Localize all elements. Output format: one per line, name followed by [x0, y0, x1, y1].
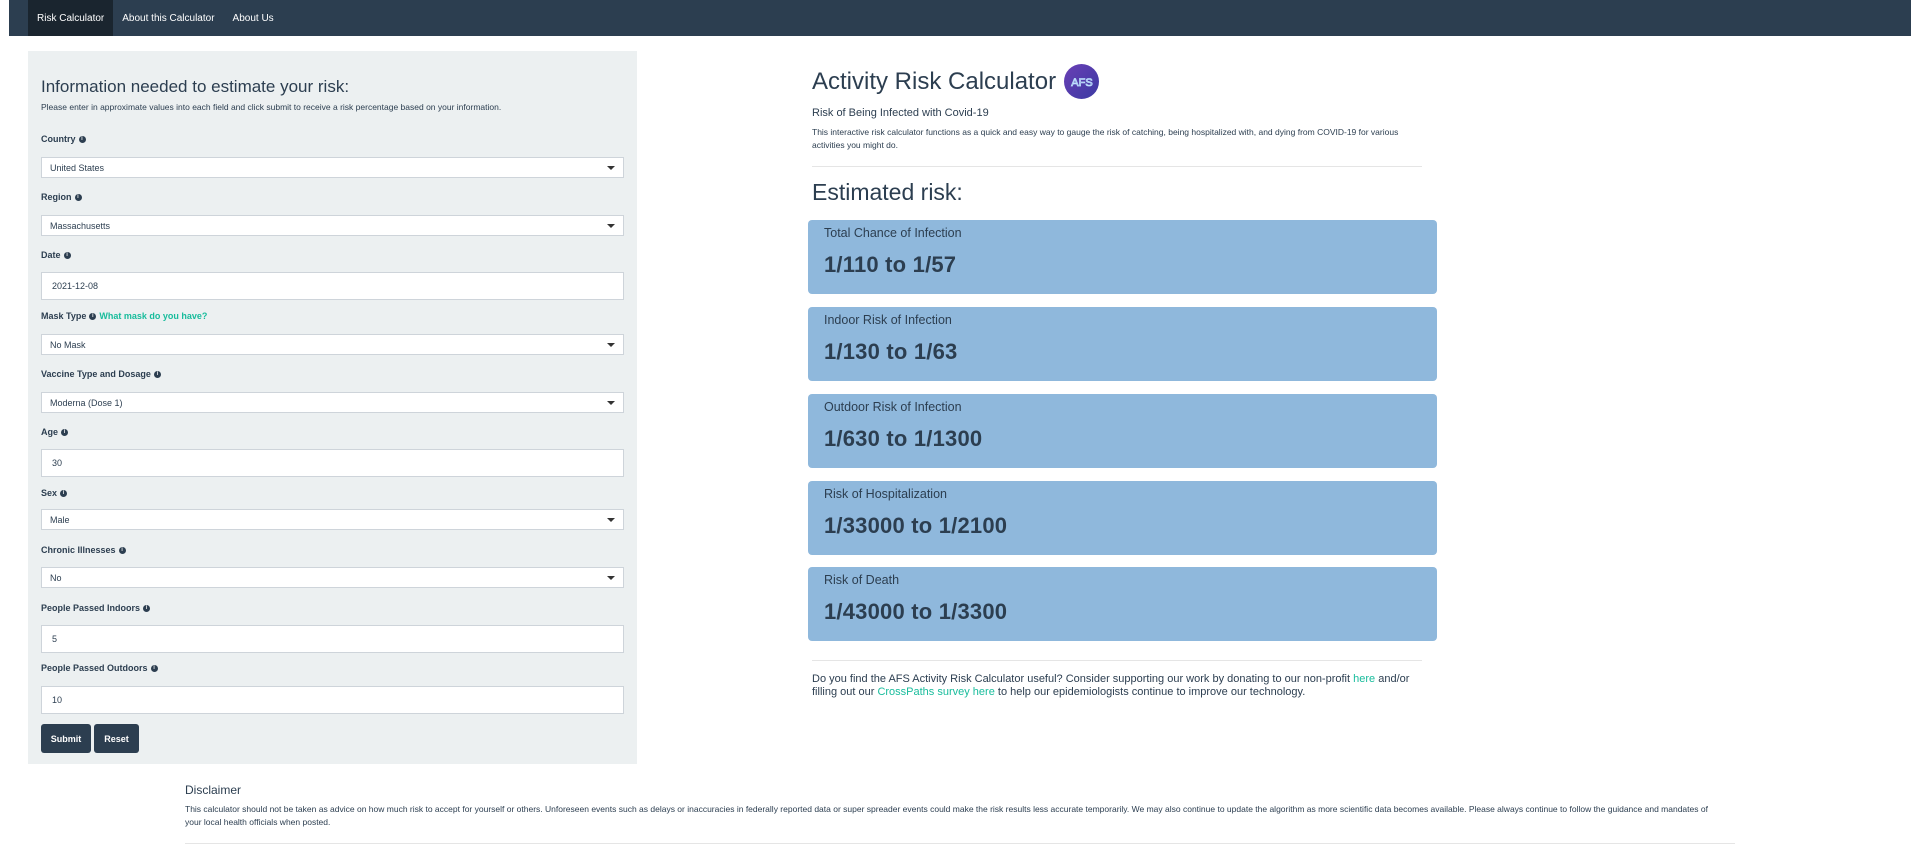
age-label: Age i — [41, 427, 69, 437]
chevron-down-icon — [607, 517, 615, 522]
disclaimer-title: Disclaimer — [185, 783, 242, 797]
info-icon[interactable]: i — [143, 604, 151, 612]
info-icon[interactable]: i — [118, 546, 126, 554]
app-description: This interactive risk calculator functio… — [812, 127, 1399, 150]
survey-link[interactable]: CrossPaths survey here — [877, 686, 994, 698]
risk-card-value: 1/33000 to 1/2100 — [824, 513, 1008, 538]
divider — [185, 843, 1735, 844]
age-input[interactable]: 30 — [41, 449, 624, 477]
donate-link[interactable]: here — [1353, 673, 1375, 685]
risk-form: Information needed to estimate your risk… — [28, 51, 637, 764]
mask-help-link[interactable]: What mask do you have? — [99, 311, 207, 321]
info-icon[interactable]: i — [78, 135, 86, 143]
app-subtitle: Risk of Being Infected with Covid-19 — [812, 107, 989, 119]
chronic-label: Chronic Illnesses i — [41, 545, 126, 555]
risk-card-label: Outdoor Risk of Infection — [824, 400, 962, 414]
nav-about-us[interactable]: About Us — [224, 0, 283, 36]
risk-card-label: Indoor Risk of Infection — [824, 313, 952, 327]
risk-card-value: 1/43000 to 1/3300 — [824, 599, 1008, 624]
region-label: Region i — [41, 192, 82, 202]
country-label: Country i — [41, 134, 86, 144]
risk-card-value: 1/630 to 1/1300 — [824, 426, 983, 451]
app-title: Activity Risk Calculator AFS — [812, 64, 1100, 99]
svg-text:AFS: AFS — [1071, 77, 1092, 89]
outdoors-label: People Passed Outdoors i — [41, 663, 158, 673]
chevron-down-icon — [607, 342, 615, 347]
info-icon[interactable]: i — [63, 251, 71, 259]
estimated-risk-title: Estimated risk: — [812, 179, 963, 205]
info-icon[interactable]: i — [153, 370, 161, 378]
chevron-down-icon — [607, 575, 615, 580]
reset-button[interactable]: Reset — [94, 724, 139, 753]
info-icon[interactable]: i — [60, 489, 68, 497]
form-title: Information needed to estimate your risk… — [41, 77, 350, 96]
navbar: Risk Calculator About this Calculator Ab… — [9, 0, 1911, 36]
chevron-down-icon — [607, 400, 615, 405]
region-select[interactable]: Massachusetts — [41, 215, 624, 236]
country-select[interactable]: United States — [41, 157, 624, 178]
submit-button[interactable]: Submit — [41, 724, 91, 753]
afs-logo: AFS — [1064, 64, 1100, 99]
outdoors-input[interactable]: 10 — [41, 686, 624, 714]
form-subtitle: Please enter in approximate values into … — [41, 102, 502, 112]
info-icon[interactable]: i — [150, 664, 158, 672]
divider — [812, 166, 1422, 167]
risk-card-label: Risk of Death — [824, 573, 900, 587]
sex-select[interactable]: Male — [41, 509, 624, 530]
risk-card-indoor-infection: Indoor Risk of Infection 1/130 to 1/63 — [808, 307, 1437, 381]
info-icon[interactable]: i — [74, 193, 82, 201]
risk-card-death: Risk of Death 1/43000 to 1/3300 — [808, 567, 1437, 641]
risk-card-hospitalization: Risk of Hospitalization 1/33000 to 1/210… — [808, 481, 1437, 555]
indoors-label: People Passed Indoors i — [41, 603, 151, 613]
support-message: Do you find the AFS Activity Risk Calcul… — [812, 673, 1410, 698]
risk-card-label: Total Chance of Infection — [824, 226, 962, 240]
info-icon[interactable]: i — [89, 312, 97, 320]
vaccine-label: Vaccine Type and Dosage i — [41, 369, 161, 379]
date-label: Date i — [41, 250, 71, 260]
chevron-down-icon — [607, 223, 615, 228]
nav-about-calculator[interactable]: About this Calculator — [113, 0, 223, 36]
afs-logo-icon: AFS — [1070, 76, 1092, 89]
disclaimer-text: This calculator should not be taken as a… — [185, 804, 1708, 827]
info-icon[interactable]: i — [61, 428, 69, 436]
risk-card-value: 1/130 to 1/63 — [824, 339, 958, 364]
divider — [812, 660, 1422, 661]
mask-select[interactable]: No Mask — [41, 334, 624, 355]
nav-risk-calculator[interactable]: Risk Calculator — [28, 0, 114, 36]
mask-label: Mask Type i What mask do you have? — [41, 311, 208, 321]
chronic-select[interactable]: No — [41, 567, 624, 588]
risk-card-value: 1/110 to 1/57 — [824, 252, 957, 277]
chevron-down-icon — [607, 165, 615, 170]
risk-card-total-infection: Total Chance of Infection 1/110 to 1/57 — [808, 220, 1437, 294]
vaccine-select[interactable]: Moderna (Dose 1) — [41, 392, 624, 413]
risk-card-outdoor-infection: Outdoor Risk of Infection 1/630 to 1/130… — [808, 394, 1437, 468]
risk-card-label: Risk of Hospitalization — [824, 487, 947, 501]
date-input[interactable]: 2021-12-08 — [41, 272, 624, 300]
indoors-input[interactable]: 5 — [41, 625, 624, 653]
sex-label: Sex i — [41, 488, 68, 498]
